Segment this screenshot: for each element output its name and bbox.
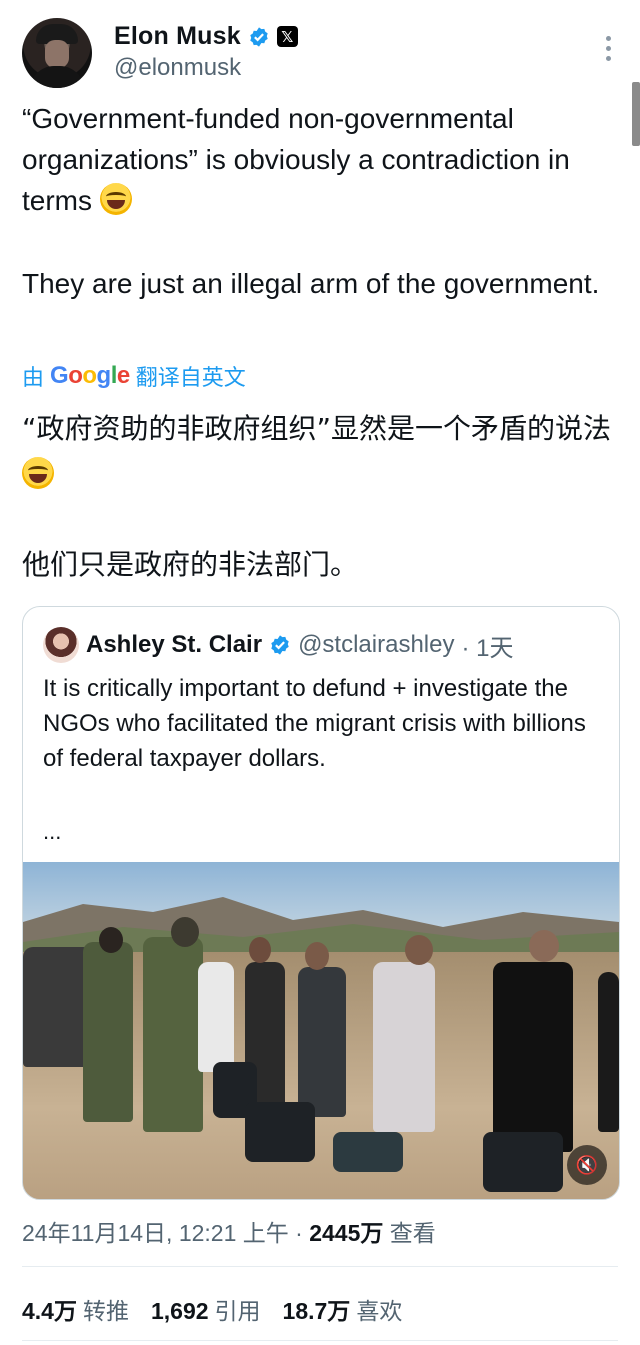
tweet-line-2: They are just an illegal arm of the gove… — [22, 268, 600, 299]
divider — [22, 1266, 618, 1267]
quoted-tweet-time: · 1天 — [461, 634, 514, 662]
scrollbar[interactable] — [632, 82, 640, 146]
google-logo-icon: Google — [50, 362, 130, 389]
tweet-datetime[interactable]: 24年11月14日, 12:21 上午 · — [22, 1220, 309, 1246]
translation-attribution[interactable]: 由 Google 翻译自英文 — [22, 360, 246, 392]
quoted-tweet[interactable]: Ashley St. Clair @stclairashley · 1天 It … — [22, 606, 620, 1200]
tweet-meta: 24年11月14日, 12:21 上午 · 2445万 查看 — [22, 1214, 436, 1248]
translated-para-1: “政府资助的非政府组织”显然是一个矛盾的说法 — [22, 412, 612, 445]
retweet-stat[interactable]: 4.4万 转推 — [22, 1292, 129, 1326]
quoted-author-name: Ashley St. Clair — [86, 631, 263, 658]
quoted-tweet-text: It is critically important to defund + i… — [43, 675, 586, 772]
translation-prefix: 由 — [22, 365, 45, 390]
laughing-emoji-icon — [99, 183, 132, 215]
quote-stat[interactable]: 1,692 引用 — [151, 1292, 261, 1326]
author-name[interactable]: Elon Musk — [114, 22, 241, 51]
author-handle[interactable]: @elonmusk — [114, 54, 241, 82]
quoted-author-avatar — [43, 627, 79, 663]
author-avatar[interactable] — [22, 18, 92, 88]
x-affiliation-icon: 𝕏 — [276, 26, 298, 47]
view-count: 2445万 — [309, 1220, 384, 1246]
tweet-stats: 4.4万 转推 1,692 引用 18.7万 喜欢 — [22, 1292, 402, 1326]
unmute-button[interactable]: 🔇 — [567, 1145, 607, 1185]
speaker-muted-icon: 🔇 — [575, 1154, 599, 1175]
verified-badge-icon — [271, 635, 289, 655]
quoted-author-handle: @stclairashley — [298, 631, 455, 658]
quoted-tweet-video[interactable]: 🔇 — [23, 862, 619, 1199]
divider — [22, 1340, 618, 1341]
tweet-header: Elon Musk 𝕏 @elonmusk — [22, 18, 620, 94]
tweet-text: “Government-funded non-governmental orga… — [22, 98, 612, 304]
like-stat[interactable]: 18.7万 喜欢 — [283, 1292, 403, 1326]
laughing-emoji-icon — [22, 457, 54, 489]
quoted-tweet-ellipsis: ... — [43, 819, 62, 844]
translation-suffix: 翻译自英文 — [135, 365, 246, 390]
view-label: 查看 — [383, 1220, 436, 1246]
author-name-row: Elon Musk 𝕏 — [114, 22, 298, 51]
quoted-tweet-header: Ashley St. Clair @stclairashley · 1天 — [43, 627, 514, 663]
more-options-icon[interactable] — [606, 36, 612, 61]
translated-para-2: 他们只是政府的非法部门。 — [22, 548, 359, 581]
translated-text: “政府资助的非政府组织”显然是一个矛盾的说法 他们只是政府的非法部门。 — [22, 406, 622, 588]
verified-badge-icon — [250, 26, 268, 47]
